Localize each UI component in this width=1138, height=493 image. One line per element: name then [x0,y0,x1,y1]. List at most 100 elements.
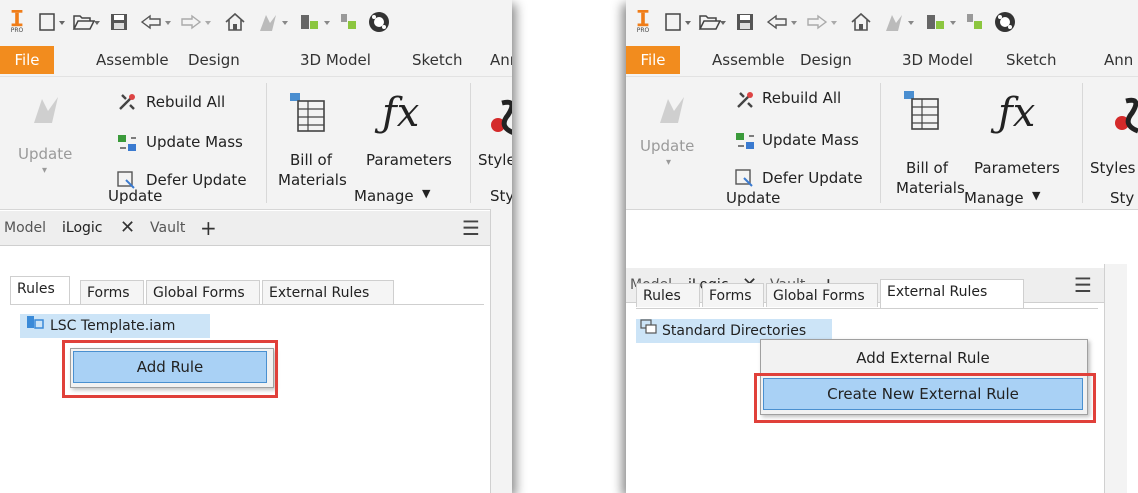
ribbon-panel: Update ▾ Rebuild All Update Mass Defer U… [626,77,1138,210]
subtab-external-rules[interactable]: External Rules [262,280,394,304]
open-icon[interactable] [72,10,100,34]
undo-icon[interactable] [138,10,174,34]
tab-design[interactable]: Design [188,44,240,76]
update-group-label: Update [726,189,781,207]
bom-line1[interactable]: Bill of [290,151,332,169]
update-icon[interactable] [256,10,292,34]
group-divider [1082,83,1083,203]
panel-scrollbar[interactable] [490,209,512,493]
manage-group-label[interactable]: Manage [964,189,1024,207]
save-icon[interactable] [734,10,756,34]
tree-item-assembly[interactable]: LSC Template.iam [20,314,210,338]
subtab-forms[interactable]: Forms [702,283,764,307]
home-icon[interactable] [848,10,874,34]
update-mass-icon [734,130,756,156]
tree-item-label: LSC Template.iam [50,318,176,334]
undo-icon[interactable] [764,10,800,34]
subtab-global-forms[interactable]: Global Forms [766,283,878,307]
subtab-underline [10,304,484,305]
menu-hamburger-icon[interactable]: ☰ [462,211,480,245]
pro-label: PRO [10,27,24,34]
redo-icon[interactable] [804,10,840,34]
parameters-button[interactable]: Parameters [366,151,452,169]
tab-vault[interactable]: Vault [150,211,185,245]
open-icon[interactable] [698,10,726,34]
ribbon-tab-bar: File Assemble Design 3D Model Sketch Ann [626,44,1138,77]
subtab-global-forms[interactable]: Global Forms [146,280,260,304]
styles-icon [488,97,512,141]
subtab-forms[interactable]: Forms [80,280,144,304]
tab-model[interactable]: Model [4,211,46,245]
styles-button[interactable]: Styles [478,151,512,169]
material-icon[interactable] [366,10,392,34]
defer-update-button[interactable]: Defer Update [762,169,863,187]
tab-assemble[interactable]: Assemble [712,44,785,76]
quick-access-toolbar: PRO [626,0,1138,44]
styles-button[interactable]: Styles [1090,159,1136,177]
right-screenshot-panel: PRO File Assemble Design 3D Model Sketch… [626,0,1138,493]
callout-highlight-box [62,340,278,398]
file-tab[interactable]: File [0,46,54,74]
subtab-external-rules[interactable]: External Rules [880,279,1024,308]
chevron-down-icon[interactable]: ▾ [42,165,47,176]
rebuild-all-button[interactable]: Rebuild All [146,93,225,111]
tab-design[interactable]: Design [800,44,852,76]
rebuild-all-icon [734,89,756,115]
update-button[interactable]: Update [18,145,72,163]
update-mass-button[interactable]: Update Mass [762,131,859,149]
left-screenshot-panel: PRO File Assemble Design 3D Model Sketch… [0,0,512,493]
parameters-fx-icon: ƒx [998,90,1036,136]
tab-3d-model[interactable]: 3D Model [300,44,371,76]
new-icon[interactable] [664,10,692,34]
callout-highlight-box [754,373,1096,423]
home-icon[interactable] [222,10,248,34]
group-divider [470,83,471,203]
new-icon[interactable] [38,10,66,34]
bom-line2[interactable]: Materials [278,171,347,189]
rebuild-all-button[interactable]: Rebuild All [762,89,841,107]
manage-group-label[interactable]: Manage [354,187,414,205]
update-large-icon [656,93,690,131]
tab-sketch[interactable]: Sketch [1006,44,1057,76]
quick-access-toolbar: PRO [0,0,512,44]
file-tab[interactable]: File [626,46,680,74]
directory-icon [640,319,658,343]
subtab-rules[interactable]: Rules [10,276,70,305]
appearance-icon[interactable] [338,10,360,34]
appearance-icon[interactable] [964,10,986,34]
tab-sketch[interactable]: Sketch [412,44,463,76]
add-tab-icon[interactable]: + [200,211,217,245]
select-icon[interactable] [924,10,960,34]
update-button[interactable]: Update [640,137,694,155]
add-external-rule-menu-item[interactable]: Add External Rule [763,344,1083,372]
menu-hamburger-icon[interactable]: ☰ [1074,268,1092,302]
manage-dropdown-icon[interactable]: ▼ [422,187,430,200]
inventor-pro-icon[interactable]: PRO [632,10,654,34]
assembly-icon [26,314,44,338]
tree-item-label: Standard Directories [662,323,807,339]
bom-line1[interactable]: Bill of [906,159,948,177]
panel-scrollbar[interactable] [1104,264,1127,493]
browser-tab-bar: Model iLogic ✕ Vault + ☰ [0,211,490,246]
chevron-down-icon[interactable]: ▾ [666,157,671,168]
update-mass-button[interactable]: Update Mass [146,133,243,151]
parameters-button[interactable]: Parameters [974,159,1060,177]
select-icon[interactable] [298,10,334,34]
tab-ilogic[interactable]: iLogic [62,211,102,245]
redo-icon[interactable] [178,10,214,34]
save-icon[interactable] [108,10,130,34]
ilogic-browser: Rules Forms Global Forms External Rules … [0,246,490,493]
pro-label: PRO [636,27,650,34]
subtab-rules[interactable]: Rules [636,283,700,307]
tab-assemble[interactable]: Assemble [96,44,169,76]
manage-dropdown-icon[interactable]: ▼ [1032,189,1040,202]
inventor-pro-icon[interactable]: PRO [6,10,28,34]
ribbon-tab-bar: File Assemble Design 3D Model Sketch Ann [0,44,512,77]
tab-annotate[interactable]: Ann [490,44,512,76]
close-icon[interactable]: ✕ [120,211,135,245]
tab-annotate[interactable]: Ann [1104,44,1133,76]
tab-3d-model[interactable]: 3D Model [902,44,973,76]
material-icon[interactable] [992,10,1018,34]
update-icon[interactable] [882,10,918,34]
bom-line2[interactable]: Materials [896,179,965,197]
